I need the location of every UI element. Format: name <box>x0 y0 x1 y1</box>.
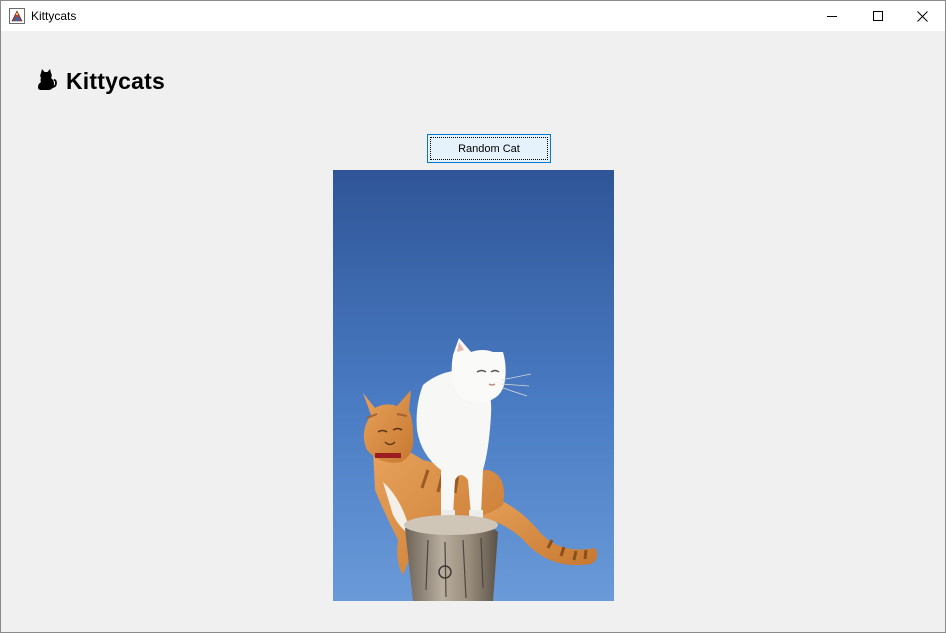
title-bar[interactable]: Kittycats <box>1 1 945 31</box>
random-cat-button[interactable]: Random Cat <box>427 134 551 163</box>
window-title: Kittycats <box>31 9 77 23</box>
close-button[interactable] <box>899 1 945 31</box>
cat-photo <box>333 170 614 601</box>
minimize-button[interactable] <box>809 1 855 31</box>
main-content: Kittycats Random Cat <box>1 31 945 632</box>
java-app-icon <box>9 8 25 24</box>
page-title: Kittycats <box>66 68 165 94</box>
app-window: Kittycats Kittycats Random Cat <box>0 0 946 633</box>
close-icon <box>916 10 928 22</box>
cat-icon <box>38 69 57 90</box>
cat-photo-graphic <box>333 170 614 601</box>
maximize-icon <box>873 11 883 21</box>
maximize-button[interactable] <box>855 1 901 31</box>
minimize-icon <box>827 16 837 17</box>
